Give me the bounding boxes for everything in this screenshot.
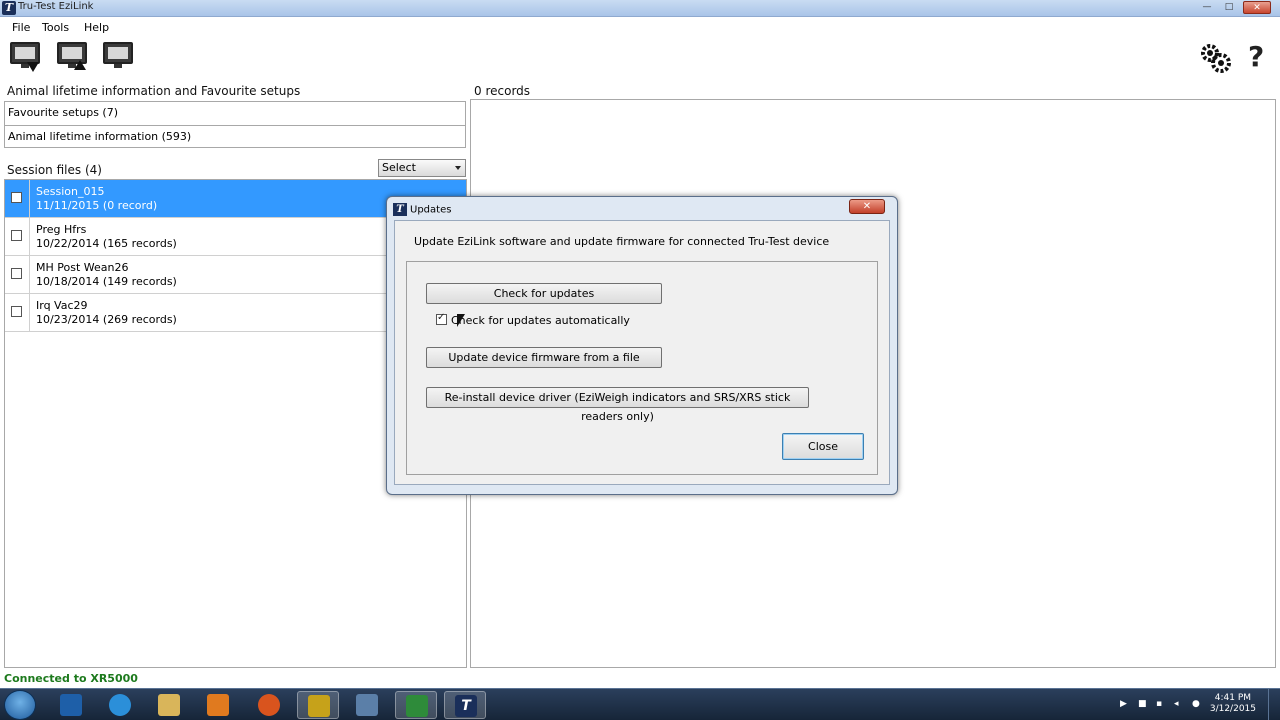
checkbox-column xyxy=(5,256,30,293)
menu-file[interactable]: File xyxy=(12,21,30,34)
recorder-icon xyxy=(406,695,428,717)
checkbox-column xyxy=(5,294,30,331)
app-icon: T xyxy=(393,203,407,216)
clock[interactable]: 4:41 PM 3/12/2015 xyxy=(1210,693,1256,715)
dialog-title-text: Updates xyxy=(410,204,452,216)
auto-check-updates[interactable]: Check for updates automatically xyxy=(436,312,630,327)
lifetime-heading: Animal lifetime information and Favourit… xyxy=(7,84,301,98)
session-heading: Session files (4) xyxy=(7,163,102,177)
checkbox-column xyxy=(5,218,30,255)
taskbar-firefox[interactable] xyxy=(248,691,290,719)
download-from-device-button[interactable] xyxy=(8,40,44,76)
firefox-icon xyxy=(258,694,280,716)
taskbar-ezilink[interactable]: T xyxy=(444,691,486,719)
taskbar-media[interactable] xyxy=(197,691,239,719)
lifetime-info-item[interactable]: Animal lifetime information (593) xyxy=(5,130,465,143)
network-tray-icon[interactable]: ■ xyxy=(1138,699,1148,709)
app-icon xyxy=(308,695,330,717)
dialog-body: Update EziLink software and update firmw… xyxy=(394,220,890,485)
app-icon: T xyxy=(2,1,16,15)
close-button[interactable]: Close xyxy=(782,433,864,460)
session-meta: 10/22/2014 (165 records) xyxy=(36,237,177,250)
arrow-up-icon xyxy=(74,60,86,70)
media-icon xyxy=(207,694,229,716)
network-icon xyxy=(356,694,378,716)
caret-down-icon xyxy=(455,166,461,170)
setups-list: Favourite setups (7) Animal lifetime inf… xyxy=(4,101,466,148)
folder-icon xyxy=(158,694,180,716)
outlook-icon xyxy=(60,694,82,716)
toolbar xyxy=(0,38,1280,78)
favourite-setups-item[interactable]: Favourite setups (7) xyxy=(5,106,465,119)
updates-dialog: T Updates ✕ Update EziLink software and u… xyxy=(386,196,898,495)
settings-gear-icon[interactable] xyxy=(1198,42,1234,74)
volume-icon[interactable]: ◂ xyxy=(1174,699,1184,709)
show-desktop-button[interactable] xyxy=(1268,689,1280,720)
session-checkbox[interactable] xyxy=(11,268,22,279)
monitor-icon xyxy=(103,42,133,64)
select-dropdown[interactable]: Select xyxy=(378,159,466,177)
mouse-cursor-icon xyxy=(457,314,465,327)
dialog-options-group: Check for updates Check for updates auto… xyxy=(406,261,878,475)
session-name: Session_015 xyxy=(36,185,105,198)
session-name: MH Post Wean26 xyxy=(36,261,129,274)
session-checkbox[interactable] xyxy=(11,230,22,241)
session-checkbox[interactable] xyxy=(11,192,22,203)
start-button[interactable] xyxy=(4,690,36,720)
reinstall-driver-button[interactable]: Re-install device driver (EziWeigh indic… xyxy=(426,387,809,423)
connection-status: Connected to XR5000 xyxy=(4,672,138,685)
monitor-stand xyxy=(114,64,122,68)
window-title: Tru-Test EziLink xyxy=(18,1,94,12)
session-name: Irq Vac29 xyxy=(36,299,88,312)
device-tray-icon[interactable]: ▪ xyxy=(1156,699,1166,709)
clock-date: 3/12/2015 xyxy=(1209,704,1256,714)
ezilink-icon: T xyxy=(455,695,477,717)
update-firmware-button[interactable]: Update device firmware from a file xyxy=(426,347,662,368)
auto-check-label: Check for updates automatically xyxy=(451,314,630,327)
arrow-down-icon xyxy=(27,62,39,72)
taskbar-network[interactable] xyxy=(346,691,388,719)
checkbox-column xyxy=(5,180,30,217)
upload-to-device-button[interactable] xyxy=(55,40,91,76)
update-tray-icon[interactable]: ● xyxy=(1192,699,1202,709)
menu-tools[interactable]: Tools xyxy=(42,21,69,34)
records-heading: 0 records xyxy=(474,84,531,98)
clock-time: 4:41 PM xyxy=(1214,693,1252,703)
session-meta: 11/11/2015 (0 record) xyxy=(36,199,158,212)
session-name: Preg Hfrs xyxy=(36,223,87,236)
auto-check-checkbox[interactable] xyxy=(436,312,447,325)
window-titlebar: T Tru-Test EziLink — □ ✕ xyxy=(0,0,1280,17)
taskbar: T ▶ ■ ▪ ◂ ● 4:41 PM 3/12/2015 xyxy=(0,688,1280,720)
taskbar-outlook[interactable] xyxy=(50,691,92,719)
session-checkbox[interactable] xyxy=(11,306,22,317)
flag-icon[interactable]: ▶ xyxy=(1120,699,1130,709)
menu-help[interactable]: Help xyxy=(84,21,109,34)
monitor-icon xyxy=(10,42,40,64)
taskbar-camtasia[interactable] xyxy=(395,691,437,719)
taskbar-ie[interactable] xyxy=(99,691,141,719)
close-window-button[interactable]: ✕ xyxy=(1243,1,1271,14)
device-settings-button[interactable] xyxy=(101,40,137,76)
divider xyxy=(5,125,465,126)
menu-bar: File Tools Help xyxy=(0,18,1280,38)
taskbar-explorer[interactable] xyxy=(148,691,190,719)
session-meta: 10/23/2014 (269 records) xyxy=(36,313,177,326)
dialog-close-icon[interactable]: ✕ xyxy=(849,199,885,214)
dialog-title: T Updates xyxy=(393,203,451,216)
check-updates-button[interactable]: Check for updates xyxy=(426,283,662,304)
maximize-button[interactable]: □ xyxy=(1218,1,1240,14)
minimize-button[interactable]: — xyxy=(1196,1,1218,14)
session-meta: 10/18/2014 (149 records) xyxy=(36,275,177,288)
dialog-description: Update EziLink software and update firmw… xyxy=(414,235,830,248)
help-icon[interactable]: ? xyxy=(1248,40,1264,73)
select-label: Select xyxy=(382,161,416,174)
taskbar-app[interactable] xyxy=(297,691,339,719)
browser-icon xyxy=(109,694,131,716)
